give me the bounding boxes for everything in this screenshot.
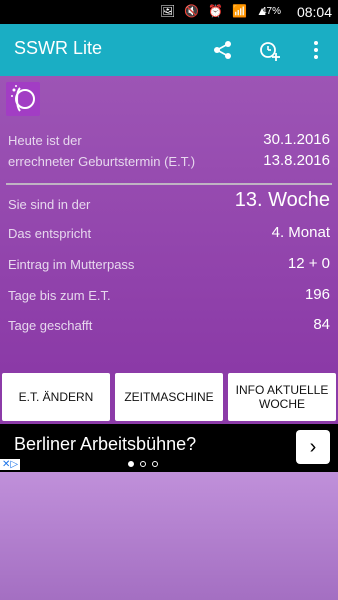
ad-pager-dots (128, 461, 158, 467)
mute-icon: 🔇 (184, 4, 200, 18)
chevron-right-icon: › (309, 435, 317, 458)
ad-banner[interactable]: Berliner Arbeitsbühne? › ✕▷ (0, 424, 338, 472)
alarm-icon: ⏰ (208, 4, 224, 18)
today-value: 30.1.2016 (263, 131, 330, 148)
days-done-label: Tage geschafft (8, 318, 93, 333)
pregnancy-icon (6, 82, 40, 116)
clock: 08:04 (296, 4, 332, 20)
divider (6, 183, 332, 185)
days-until-value: 196 (304, 286, 330, 303)
mutterpass-value: 12 + 0 (287, 255, 330, 272)
pager-dot (128, 461, 134, 467)
adchoices-icon[interactable]: ✕▷ (0, 459, 21, 470)
image-icon: 🖼 (160, 4, 176, 18)
info-week-button[interactable]: INFO AKTUELLE WOCHE (228, 373, 336, 421)
month-label: Das entspricht (8, 226, 92, 241)
days-until-label: Tage bis zum E.T. (8, 288, 111, 303)
overflow-menu-button[interactable] (302, 36, 330, 64)
alarm-add-icon (260, 42, 280, 61)
more-vert-icon (314, 41, 318, 59)
app-bar: SSWR Lite (0, 24, 338, 76)
ad-text[interactable]: Berliner Arbeitsbühne? (14, 434, 196, 455)
change-due-date-button[interactable]: E.T. ÄNDERN (2, 373, 110, 421)
today-label: Heute ist der (8, 133, 82, 148)
mutterpass-label: Eintrag im Mutterpass (8, 257, 135, 272)
status-icons: 🖼 🔇 ⏰ 📶 ▲ (160, 4, 268, 18)
time-machine-button[interactable]: ZEITMASCHINE (115, 373, 223, 421)
pager-dot (140, 461, 146, 467)
due-date-value: 13.8.2016 (263, 152, 330, 169)
month-value: 4. Monat (271, 224, 330, 241)
add-alarm-button[interactable] (256, 36, 284, 64)
days-done-value: 84 (313, 316, 330, 333)
pager-dot (152, 461, 158, 467)
battery-percent: 47% (260, 6, 281, 17)
main-content: Heute ist der 30.1.2016 errechneter Gebu… (0, 76, 338, 370)
week-label: Sie sind in der (8, 197, 91, 212)
week-value: 13. Woche (234, 189, 330, 211)
share-button[interactable] (209, 36, 237, 64)
app-title: SSWR Lite (14, 38, 103, 58)
share-icon (214, 41, 231, 59)
status-bar: 🖼 🔇 ⏰ 📶 ▲ 47% 08:04 (0, 0, 338, 24)
due-date-label: errechneter Geburtstermin (E.T.) (8, 154, 196, 169)
background-area (0, 472, 338, 600)
wifi-icon: 📶 (232, 4, 248, 18)
ad-next-button[interactable]: › (296, 430, 330, 464)
button-bar: E.T. ÄNDERN ZEITMASCHINE INFO AKTUELLE W… (0, 370, 338, 424)
